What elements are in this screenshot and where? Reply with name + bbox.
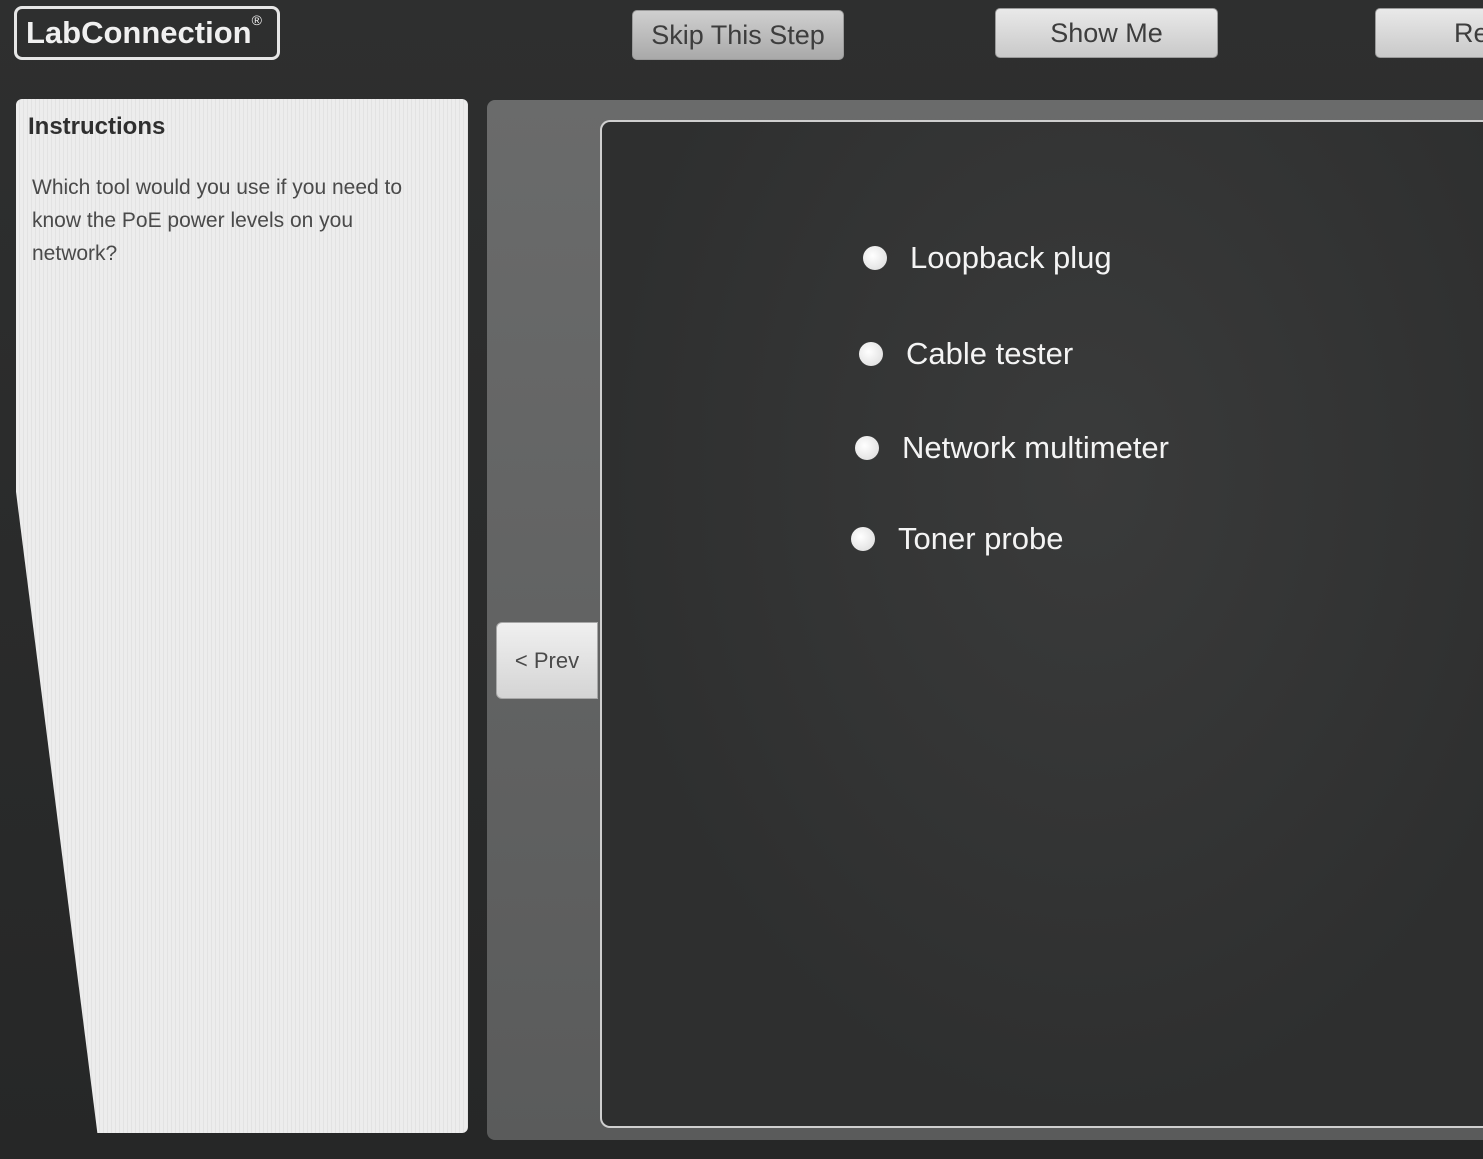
option-label: Cable tester	[906, 336, 1074, 371]
radio-button[interactable]	[851, 527, 875, 551]
instructions-title: Instructions	[28, 113, 166, 140]
option-network-multimeter[interactable]: Network multimeter	[855, 425, 1169, 471]
logo-text: LabConnection	[26, 15, 252, 50]
option-label: Loopback plug	[910, 240, 1112, 275]
option-cable-tester[interactable]: Cable tester	[859, 331, 1073, 377]
reset-button[interactable]: Re	[1375, 8, 1483, 58]
labconnection-logo: LabConnection®	[14, 6, 280, 60]
registered-mark: ®	[251, 12, 262, 28]
radio-button[interactable]	[859, 342, 883, 366]
option-loopback-plug[interactable]: Loopback plug	[863, 235, 1112, 281]
option-label: Network multimeter	[902, 430, 1169, 465]
option-label: Toner probe	[898, 521, 1064, 556]
show-me-button[interactable]: Show Me	[995, 8, 1218, 58]
prev-button[interactable]: < Prev	[496, 622, 598, 699]
instructions-panel: Instructions Which tool would you use if…	[16, 99, 468, 1133]
instructions-question-text: Which tool would you use if you need to …	[32, 176, 403, 265]
option-toner-probe[interactable]: Toner probe	[851, 516, 1063, 562]
radio-button[interactable]	[855, 436, 879, 460]
skip-this-step-button[interactable]: Skip This Step	[632, 10, 844, 60]
radio-button[interactable]	[863, 246, 887, 270]
